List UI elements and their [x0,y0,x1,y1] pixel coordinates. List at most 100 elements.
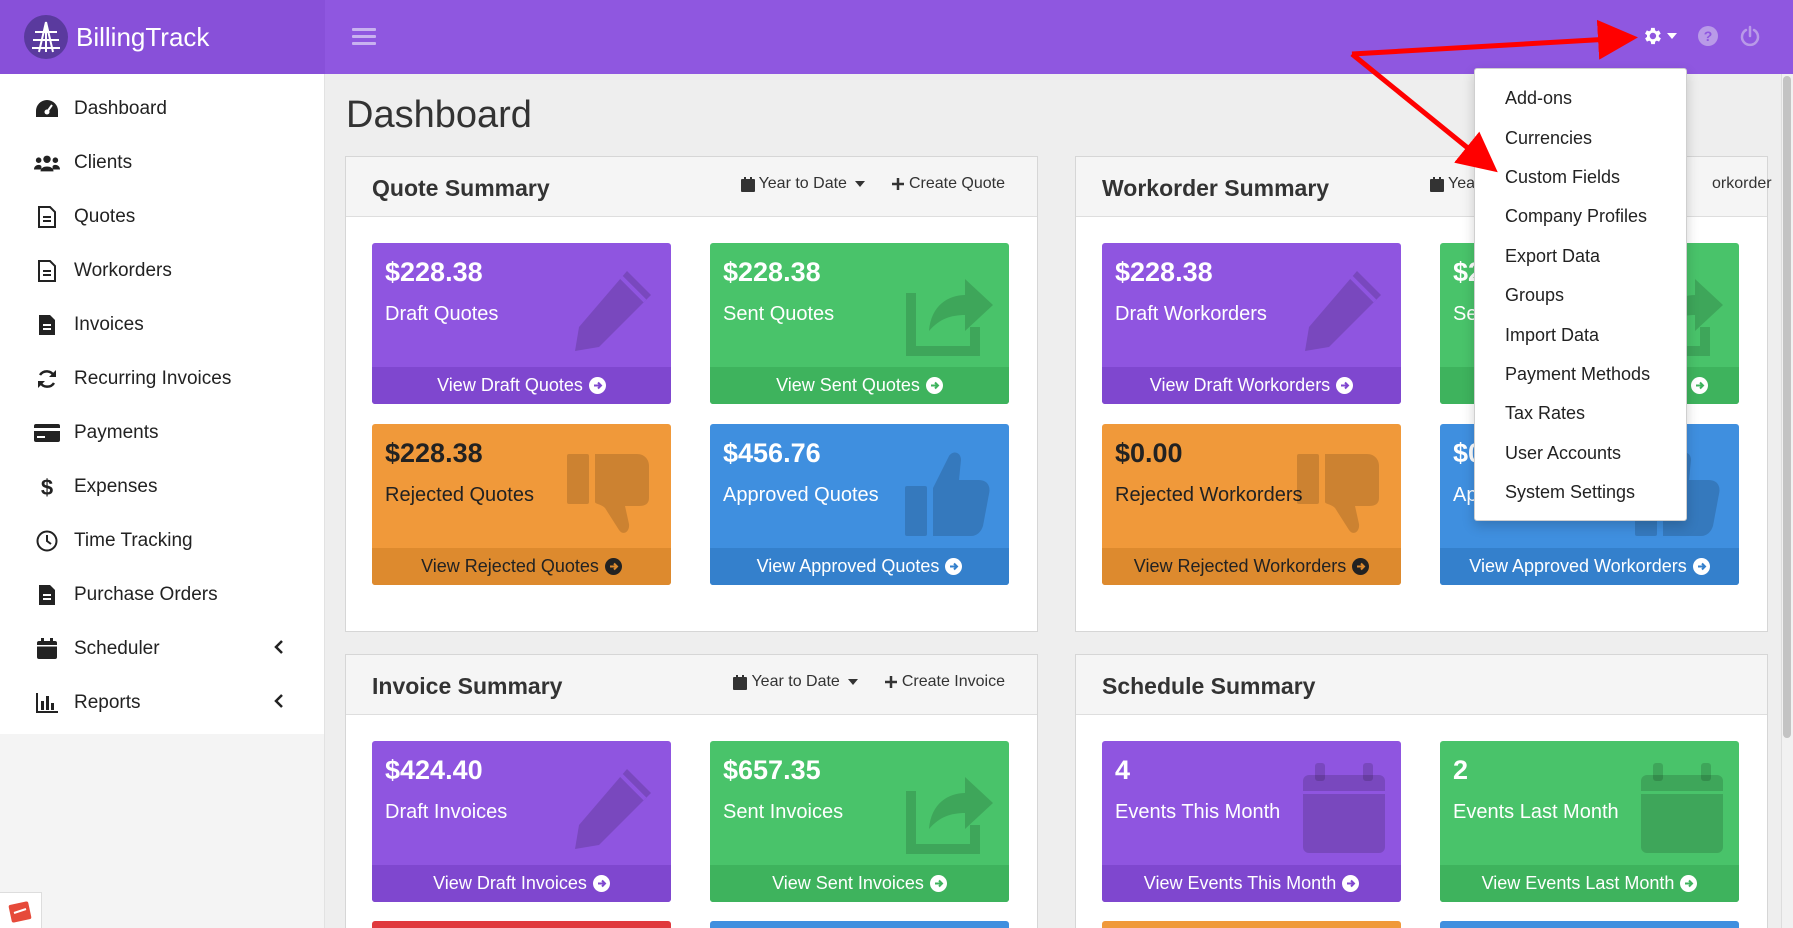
card-amount: $456.76 [723,438,821,468]
calendar-icon [1430,176,1444,192]
page-scrollbar[interactable] [1781,74,1793,928]
calendar-icon [733,674,748,690]
menu-item-company-profiles[interactable]: Company Profiles [1475,197,1686,236]
sidebar-nav: Dashboard Clients Quotes Workorders Invo [0,82,324,730]
menu-item-user-accounts[interactable]: User Accounts [1475,434,1686,473]
car-icon[interactable] [1593,18,1627,54]
sidebar-item-label: Recurring Invoices [74,368,232,389]
sidebar-item-workorders[interactable]: Workorders [0,244,324,298]
view-approved-workorders-link[interactable]: View Approved Workorders [1440,548,1739,585]
pencil-icon [1295,265,1387,362]
chevron-down-icon [847,679,858,685]
page-title: Dashboard [346,94,532,136]
arrow-circle-right-icon [592,875,610,892]
chevron-left-icon [274,639,284,660]
create-quote-button[interactable]: Create Quote [891,175,1005,193]
card-link-label: View Draft Quotes [437,375,583,395]
events-last-month-card: 2 Events Last Month View Events Last Mon… [1440,741,1739,902]
sidebar-item-payments[interactable]: Payments [0,406,324,460]
view-sent-invoices-link[interactable]: View Sent Invoices [710,865,1009,902]
sidebar-item-clients[interactable]: Clients [0,136,324,190]
draft-workorders-card: $228.38 Draft Workorders View Draft Work… [1102,243,1401,404]
create-workorder-button[interactable]: orkorder [1712,175,1772,193]
sidebar-item-label: Workorders [74,260,172,281]
menu-item-add-ons[interactable]: Add-ons [1475,79,1686,118]
sidebar-item-recurring-invoices[interactable]: Recurring Invoices [0,352,324,406]
arrow-circle-right-icon [929,875,947,892]
chevron-down-icon [1667,33,1677,39]
share-icon [903,265,995,362]
sidebar-item-purchase-orders[interactable]: Purchase Orders [0,568,324,622]
power-icon[interactable] [1733,18,1767,54]
card-label: Approved Quotes [723,484,879,506]
card-link-label: View Rejected Workorders [1133,556,1347,576]
arrow-circle-right-icon [1342,875,1360,892]
share-icon [903,763,995,860]
overdue-invoices-card [372,921,671,928]
card-amount: $228.38 [1115,257,1213,287]
view-draft-workorders-link[interactable]: View Draft Workorders [1102,367,1401,404]
view-draft-quotes-link[interactable]: View Draft Quotes [372,367,671,404]
card-amount: $657.35 [723,755,821,785]
sidebar-item-label: Expenses [74,476,158,497]
users-icon [34,150,60,176]
card-link-label: View Approved Workorders [1469,556,1687,576]
panel-title: Quote Summary [372,175,550,201]
view-draft-invoices-link[interactable]: View Draft Invoices [372,865,671,902]
period-label: Year to Date [758,175,847,192]
period-dropdown[interactable]: Yea [1430,175,1475,193]
refresh-icon [34,366,60,392]
bar-chart-icon [34,690,60,716]
settings-dropdown-toggle[interactable] [1635,18,1683,54]
menu-item-groups[interactable]: Groups [1475,276,1686,315]
card-label: Sent Quotes [723,303,835,325]
create-invoice-button[interactable]: Create Invoice [884,673,1005,691]
sidebar-item-reports[interactable]: Reports [0,676,324,730]
period-dropdown[interactable]: Year to Date [740,175,865,193]
sidebar-item-expenses[interactable]: $ Expenses [0,460,324,514]
arrow-circle-right-icon [1692,558,1710,575]
view-events-last-month-link[interactable]: View Events Last Month [1440,865,1739,902]
arrow-circle-right-icon [588,377,606,394]
rejected-quotes-card: $228.38 Rejected Quotes View Rejected Qu… [372,424,671,585]
menu-item-currencies[interactable]: Currencies [1475,118,1686,157]
sidebar-item-time-tracking[interactable]: Time Tracking [0,514,324,568]
extension-icon[interactable] [0,892,42,928]
draft-quotes-card: $228.38 Draft Quotes View Draft Quotes [372,243,671,404]
view-rejected-quotes-link[interactable]: View Rejected Quotes [372,548,671,585]
file-text-icon [34,258,60,284]
card-label: Sent Invoices [723,801,844,823]
menu-toggle-icon[interactable] [352,24,376,50]
sidebar-item-invoices[interactable]: Invoices [0,298,324,352]
menu-item-custom-fields[interactable]: Custom Fields [1475,158,1686,197]
app-logo-icon [24,15,68,59]
brand[interactable]: BillingTrack [0,0,325,74]
view-sent-quotes-link[interactable]: View Sent Quotes [710,367,1009,404]
card-amount: $228.38 [385,438,483,468]
period-label: Year to Date [751,673,840,690]
card-amount: $424.40 [385,755,483,785]
sidebar-item-dashboard[interactable]: Dashboard [0,82,324,136]
sidebar-item-quotes[interactable]: Quotes [0,190,324,244]
sidebar-item-label: Reports [74,692,141,713]
pencil-icon [565,763,657,860]
scrollbar-thumb[interactable] [1783,76,1791,738]
sent-quotes-card: $228.38 Sent Quotes View Sent Quotes [710,243,1009,404]
sidebar-item-label: Scheduler [74,638,160,659]
menu-item-export-data[interactable]: Export Data [1475,237,1686,276]
sidebar-item-scheduler[interactable]: Scheduler [0,622,324,676]
card-link-label: View Events Last Month [1481,873,1675,893]
sidebar-item-label: Payments [74,422,159,443]
chevron-down-icon [854,181,865,187]
help-icon[interactable]: ? [1691,18,1725,54]
view-events-this-month-link[interactable]: View Events This Month [1102,865,1401,902]
menu-item-import-data[interactable]: Import Data [1475,315,1686,354]
menu-item-payment-methods[interactable]: Payment Methods [1475,355,1686,394]
card-amount: $228.38 [385,257,483,287]
menu-item-system-settings[interactable]: System Settings [1475,473,1686,512]
menu-item-tax-rates[interactable]: Tax Rates [1475,394,1686,433]
view-rejected-workorders-link[interactable]: View Rejected Workorders [1102,548,1401,585]
period-dropdown[interactable]: Year to Date [733,673,858,691]
view-approved-quotes-link[interactable]: View Approved Quotes [710,548,1009,585]
dollar-icon: $ [34,474,60,500]
